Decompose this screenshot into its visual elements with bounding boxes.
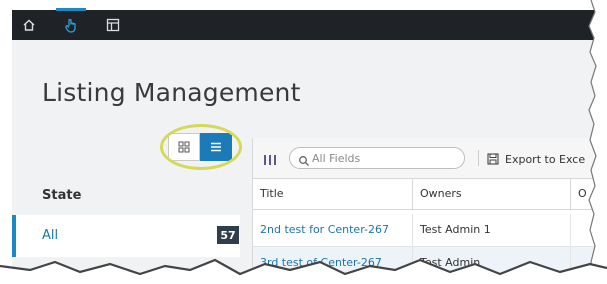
search-field[interactable] [289,147,465,169]
grid-toolbar: Export to Exce [253,138,607,179]
search-icon [298,152,310,171]
search-input[interactable] [312,150,460,166]
top-nav-bar [12,8,602,40]
columns-icon[interactable] [263,151,277,170]
save-icon [487,153,499,165]
home-icon[interactable] [14,10,44,40]
column-header-owners[interactable]: Owners [413,179,571,209]
export-label: Export to Exce [505,152,586,166]
column-header-title[interactable]: Title [253,179,413,209]
toolbar-divider [478,150,479,166]
layout-panel-icon[interactable] [98,10,128,40]
highlight-circle-annotation [160,124,242,170]
state-heading: State [42,188,82,203]
page-title: Listing Management [42,78,301,107]
export-button[interactable]: Export to Exce [487,150,585,168]
torn-bottom-edge [0,258,607,284]
screenshot-stage: Listing Management State All 57 All Fiel… [0,0,607,284]
table-header-row: Title Owners O [253,179,607,210]
hand-pointer-icon[interactable] [56,8,86,40]
